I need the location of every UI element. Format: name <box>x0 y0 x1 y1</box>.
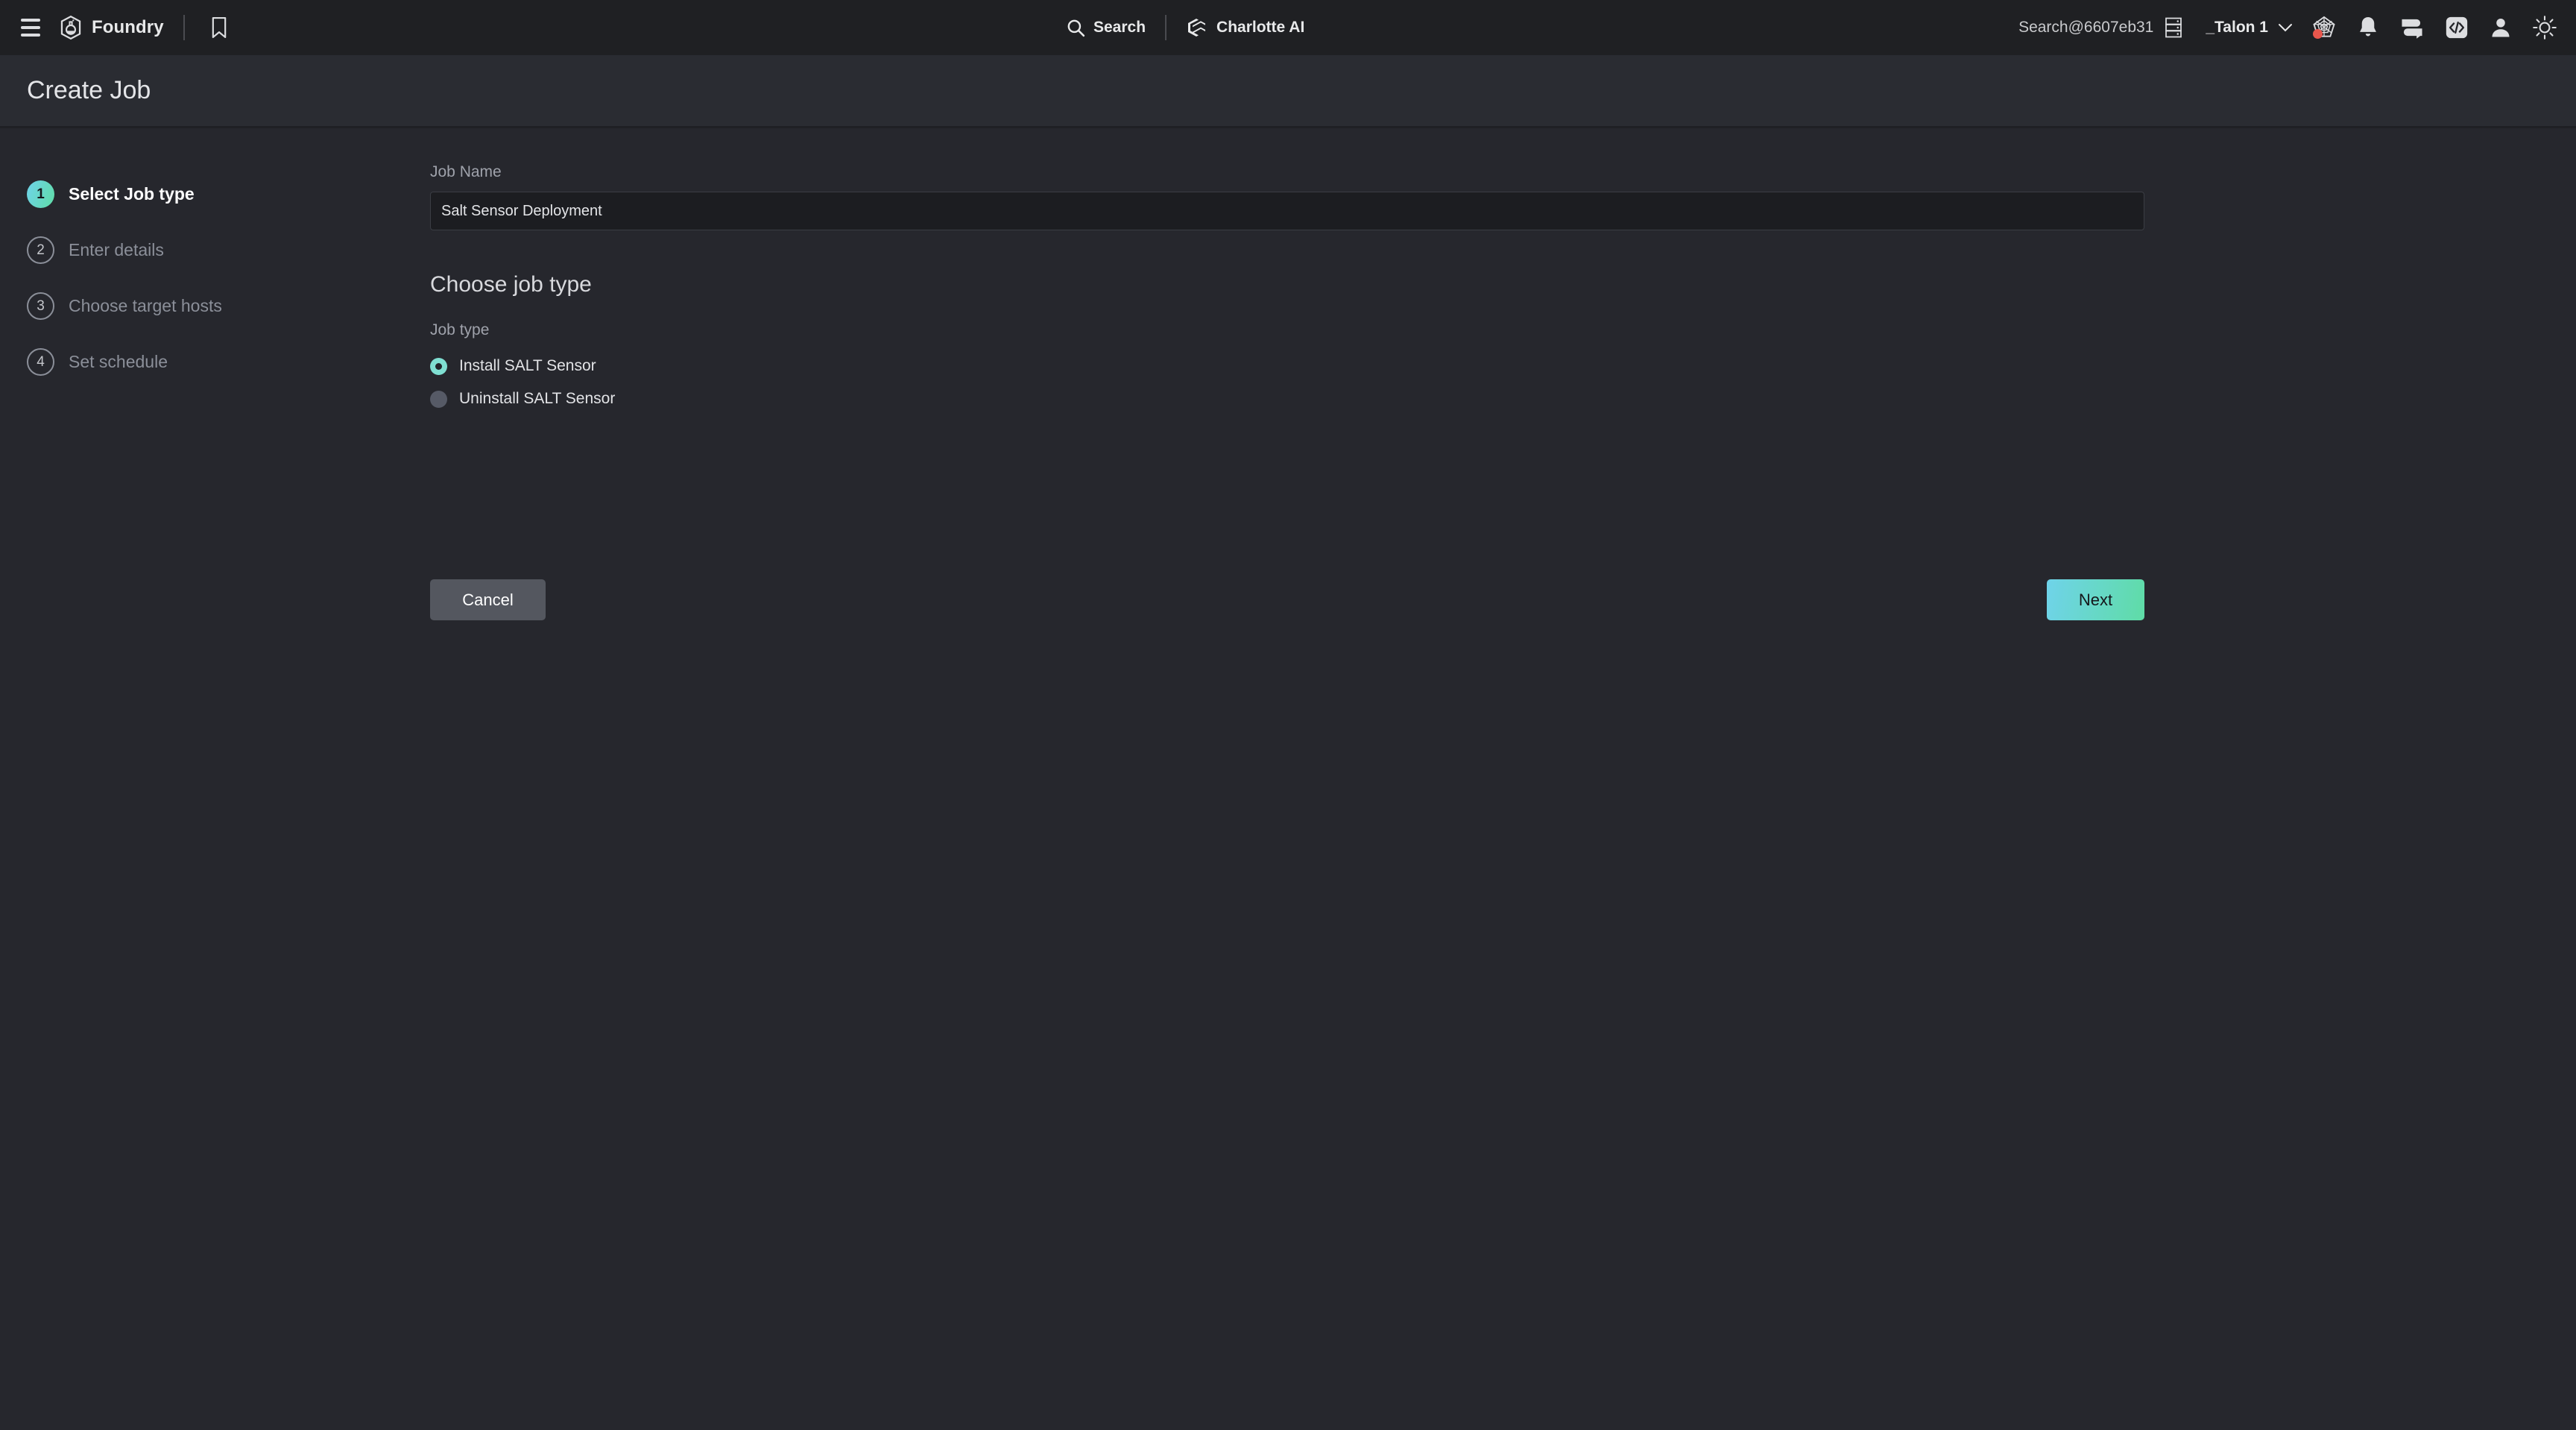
foundry-logo-icon <box>58 15 83 40</box>
foundry-brand[interactable]: Foundry <box>58 15 164 40</box>
job-type-label: Job type <box>430 321 490 338</box>
brand-name-label: Foundry <box>92 17 164 37</box>
feedback-icon[interactable] <box>2400 16 2424 39</box>
form-action-bar: Cancel Next <box>430 579 2144 620</box>
page-header-bar: Create Job <box>0 55 2576 128</box>
choose-job-type-heading: Choose job type <box>430 272 592 297</box>
page-body: 1 Select Job type 2 Enter details 3 Choo… <box>0 132 2576 1430</box>
step-label: Set schedule <box>69 352 168 371</box>
page-title: Create Job <box>27 76 151 104</box>
charlotte-ai-label: Charlotte AI <box>1216 19 1305 36</box>
user-avatar-icon[interactable] <box>2490 16 2512 39</box>
topbar-center-group: Search Charlotte AI <box>1066 0 1304 55</box>
stepper-item-select-job-type[interactable]: 1 Select Job type <box>27 166 385 222</box>
notification-dot <box>2313 29 2323 39</box>
top-navigation-bar: Foundry Search Charlotte AI Search@6607e… <box>0 0 2576 55</box>
stepper-item-choose-target-hosts[interactable]: 3 Choose target hosts <box>27 278 385 334</box>
radio-option-label: Uninstall SALT Sensor <box>459 390 616 407</box>
server-rack-icon[interactable] <box>2164 16 2183 39</box>
job-name-label: Job Name <box>430 163 502 180</box>
cancel-button[interactable]: Cancel <box>430 579 546 620</box>
global-search-button[interactable]: Search <box>1066 18 1146 37</box>
charlotte-ai-icon <box>1186 17 1208 38</box>
theme-toggle-sun-icon[interactable] <box>2533 16 2557 40</box>
topbar-divider-1 <box>183 15 185 40</box>
charlotte-ai-button[interactable]: Charlotte AI <box>1186 17 1304 38</box>
topbar-divider-2 <box>1165 15 1167 40</box>
cid-label: Search@6607eb31 <box>2018 19 2154 36</box>
wizard-stepper: 1 Select Job type 2 Enter details 3 Choo… <box>27 166 385 390</box>
search-icon <box>1066 18 1085 37</box>
radio-unselected-icon <box>430 390 447 408</box>
bookmark-icon[interactable] <box>204 13 234 42</box>
radio-option-uninstall-salt-sensor[interactable]: Uninstall SALT Sensor <box>430 382 2144 415</box>
create-job-form: Job Name Choose job type Job type Instal… <box>430 163 2144 415</box>
next-button[interactable]: Next <box>2047 579 2144 620</box>
spider-web-icon[interactable] <box>2312 16 2336 40</box>
topbar-right-group: Search@6607eb31 _Talon 1 <box>2018 0 2564 55</box>
hamburger-menu-icon[interactable] <box>13 10 48 45</box>
bell-icon[interactable] <box>2357 16 2379 40</box>
step-number-badge: 3 <box>27 292 54 320</box>
job-type-radio-group: Install SALT Sensor Uninstall SALT Senso… <box>430 350 2144 415</box>
step-label: Choose target hosts <box>69 296 222 315</box>
radio-option-install-salt-sensor[interactable]: Install SALT Sensor <box>430 350 2144 382</box>
step-label: Select Job type <box>69 184 195 204</box>
topbar-icon-group <box>2312 16 2564 40</box>
radio-option-label: Install SALT Sensor <box>459 357 596 374</box>
code-icon[interactable] <box>2445 16 2469 40</box>
step-number-badge: 2 <box>27 236 54 264</box>
step-number-badge: 4 <box>27 348 54 376</box>
radio-selected-icon <box>430 357 447 375</box>
job-name-input[interactable] <box>430 192 2144 230</box>
tenant-label: _Talon 1 <box>2206 19 2268 36</box>
stepper-item-enter-details[interactable]: 2 Enter details <box>27 222 385 278</box>
topbar-left-group: Foundry <box>0 10 234 45</box>
chevron-down-icon <box>2278 22 2293 33</box>
stepper-item-set-schedule[interactable]: 4 Set schedule <box>27 334 385 390</box>
tenant-selector[interactable]: _Talon 1 <box>2206 19 2293 37</box>
search-label: Search <box>1093 19 1146 36</box>
step-number-badge: 1 <box>27 180 54 208</box>
step-label: Enter details <box>69 240 164 259</box>
